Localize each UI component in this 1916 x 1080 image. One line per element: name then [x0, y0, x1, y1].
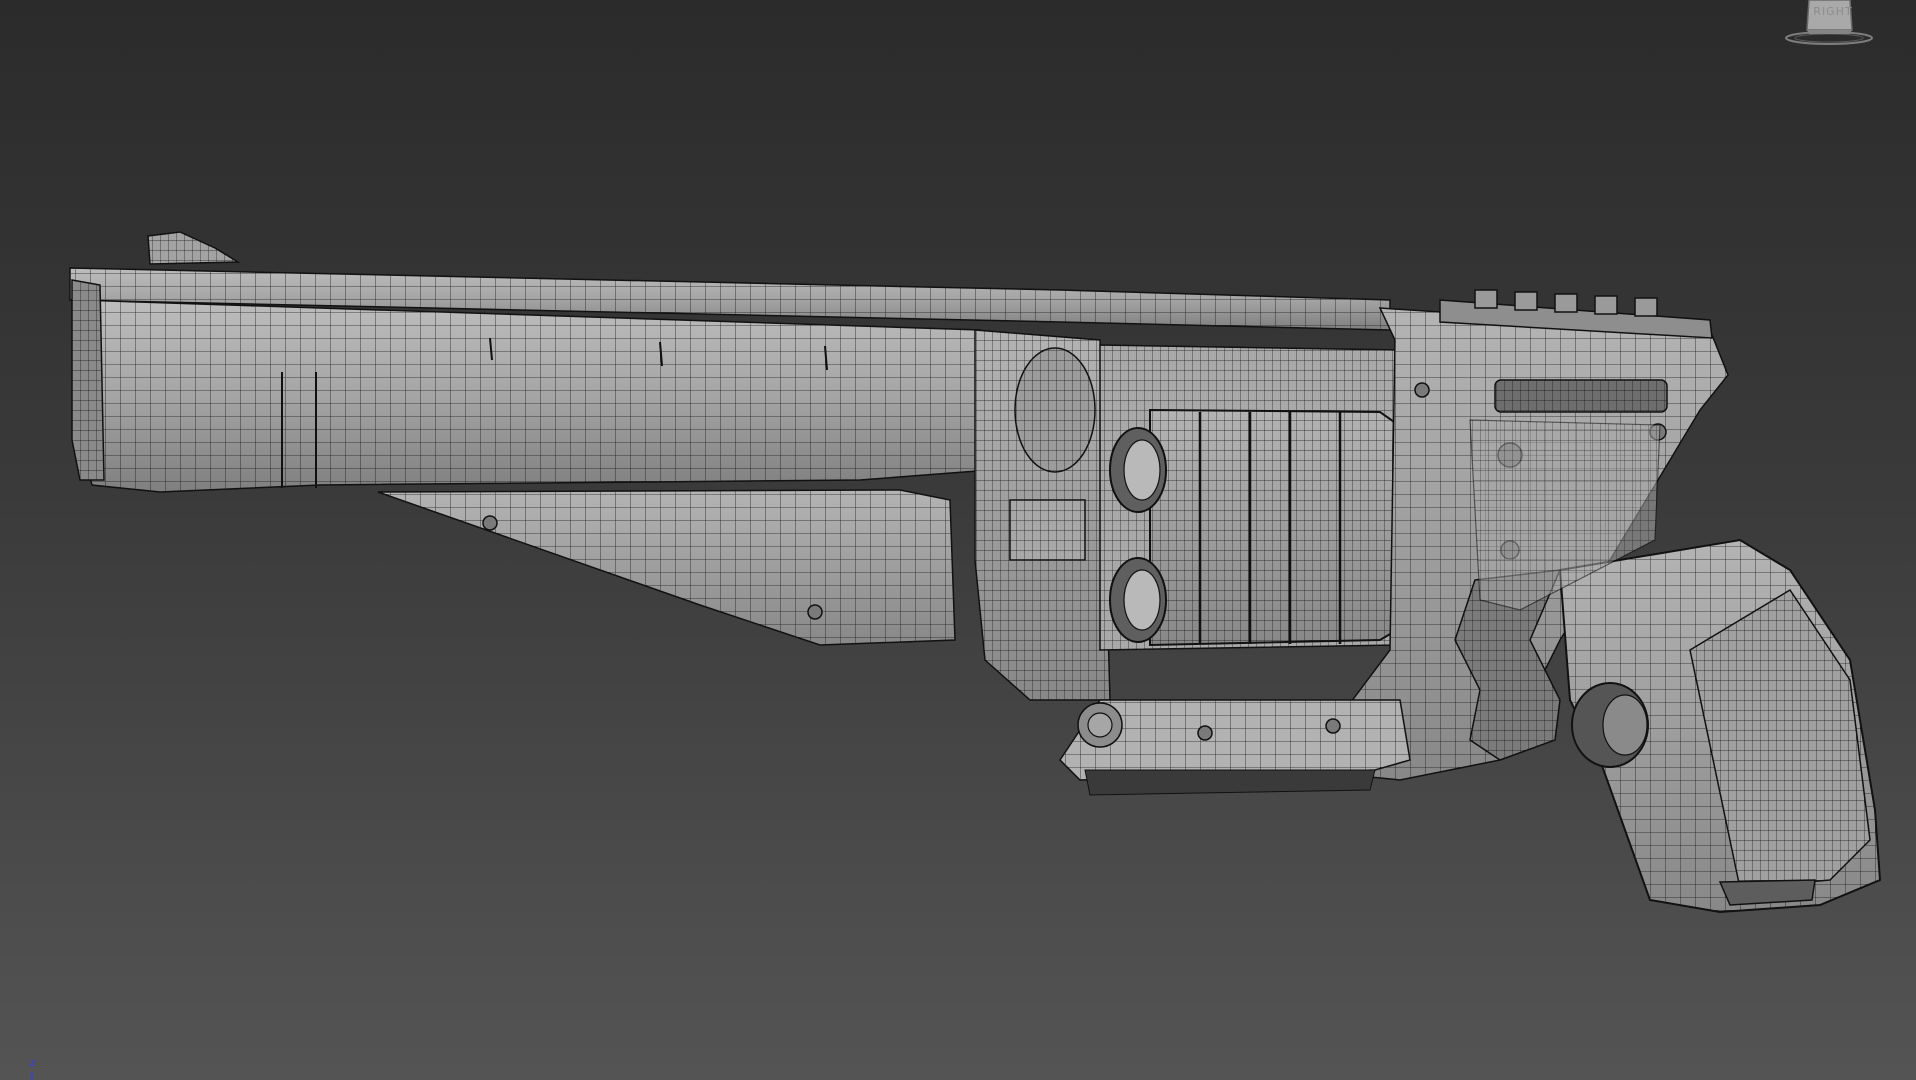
axis-tripod-icon	[31, 1072, 33, 1080]
axis-z-label: z	[30, 1058, 36, 1069]
frame-yoke	[974, 329, 1111, 701]
ejector-housing	[377, 489, 956, 646]
revolver-model[interactable]	[0, 0, 1916, 1080]
viewcube-icon[interactable]	[1784, 0, 1874, 46]
viewport-3d[interactable]: RIGHT z	[0, 0, 1916, 1080]
lower-frame-rail	[1059, 699, 1411, 796]
revolver-grip	[1558, 538, 1882, 914]
